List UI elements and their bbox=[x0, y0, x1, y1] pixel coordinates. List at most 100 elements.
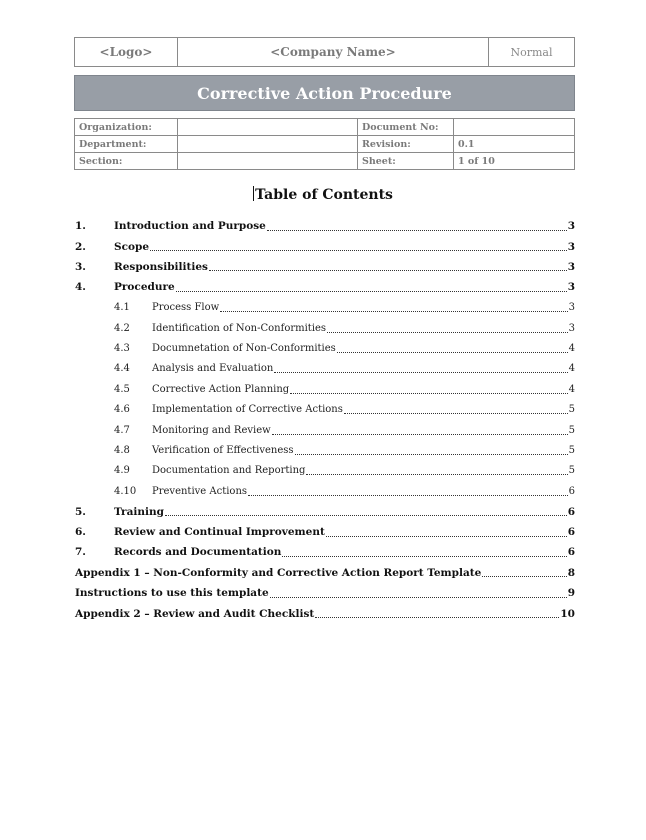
toc-entry[interactable]: 5. Training 6 bbox=[75, 501, 575, 521]
toc-entry[interactable]: Appendix 2 – Review and Audit Checklist 1… bbox=[75, 603, 575, 623]
sheet-value[interactable]: 1 of 10 bbox=[453, 152, 575, 170]
toc-dot-leader bbox=[343, 413, 568, 415]
document-info-table: Organization: Document No: Department: R… bbox=[74, 118, 575, 170]
toc-entry[interactable]: 4.10 Preventive Actions 6 bbox=[75, 481, 575, 501]
toc-entry[interactable]: 3. Responsibilities 3 bbox=[75, 257, 575, 277]
toc-entry-label[interactable]: Instructions to use this template bbox=[75, 587, 269, 599]
section-value[interactable] bbox=[177, 152, 358, 170]
toc-dot-leader bbox=[271, 433, 568, 435]
toc-entry-page[interactable]: 3 bbox=[569, 323, 575, 334]
toc-entry[interactable]: Appendix 1 – Non-Conformity and Correcti… bbox=[75, 563, 575, 583]
toc-entry-number: 4.10 bbox=[114, 485, 137, 497]
toc-entry[interactable]: 4.5 Corrective Action Planning 4 bbox=[75, 379, 575, 399]
toc-entry-page[interactable]: 5 bbox=[569, 404, 575, 415]
toc-entry-page[interactable]: 4 bbox=[569, 384, 575, 395]
toc-dot-leader bbox=[336, 352, 568, 354]
toc-title-text: Table of Contents bbox=[255, 187, 393, 203]
company-name: <Company Name> bbox=[178, 38, 489, 66]
toc-entry[interactable]: Instructions to use this template 9 bbox=[75, 583, 575, 603]
toc-entry-label[interactable]: Monitoring and Review bbox=[152, 425, 271, 436]
toc-entry-number: 4.5 bbox=[114, 383, 130, 395]
toc-entry-number: 4.3 bbox=[114, 343, 130, 355]
toc-entry[interactable]: 4.7 Monitoring and Review 5 bbox=[75, 420, 575, 440]
toc-entry[interactable]: 1. Introduction and Purpose 3 bbox=[75, 216, 575, 236]
toc-dot-leader bbox=[274, 372, 568, 374]
toc-entry-number: 4.1 bbox=[114, 302, 130, 314]
toc-entry[interactable]: 4.6 Implementation of Corrective Actions 5 bbox=[75, 400, 575, 420]
toc-entry-label[interactable]: Appendix 1 – Non-Conformity and Correcti… bbox=[75, 567, 481, 579]
toc-entry-page[interactable]: 8 bbox=[568, 567, 575, 579]
section-label: Section: bbox=[74, 152, 178, 170]
info-row: Organization: Document No: bbox=[74, 118, 575, 136]
toc-entry-label[interactable]: Procedure bbox=[114, 281, 175, 293]
toc-dot-leader bbox=[327, 331, 568, 333]
toc-dot-leader bbox=[482, 576, 567, 578]
toc-entry[interactable]: 7. Records and Documentation 6 bbox=[75, 542, 575, 562]
toc-entry-label[interactable]: Scope bbox=[114, 241, 149, 253]
toc-entry-number: 4.6 bbox=[114, 404, 130, 416]
toc-entry[interactable]: 4.3 Documnetation of Non-Conformities 4 bbox=[75, 338, 575, 358]
toc-entry-page[interactable]: 3 bbox=[569, 302, 575, 313]
toc-entry-label[interactable]: Corrective Action Planning bbox=[152, 384, 289, 395]
toc-entry[interactable]: 4. Procedure 3 bbox=[75, 277, 575, 297]
toc-entry[interactable]: 4.4 Analysis and Evaluation 4 bbox=[75, 359, 575, 379]
sheet-label: Sheet: bbox=[357, 152, 454, 170]
organization-value[interactable] bbox=[177, 118, 358, 136]
toc-entry[interactable]: 6. Review and Continual Improvement 6 bbox=[75, 522, 575, 542]
toc-entry-page[interactable]: 4 bbox=[569, 363, 575, 374]
toc-entry-page[interactable]: 10 bbox=[560, 608, 575, 620]
toc-entry[interactable]: 4.9 Documentation and Reporting 5 bbox=[75, 461, 575, 481]
toc-entry-page[interactable]: 9 bbox=[568, 587, 575, 599]
toc-entry-page[interactable]: 6 bbox=[568, 506, 575, 518]
toc-entry[interactable]: 4.1 Process Flow 3 bbox=[75, 298, 575, 318]
toc-entry-page[interactable]: 3 bbox=[568, 261, 575, 273]
toc-entry-number: 2. bbox=[75, 240, 86, 253]
toc-entry-label[interactable]: Documentation and Reporting bbox=[152, 465, 305, 476]
toc-entry-label[interactable]: Identification of Non-Conformities bbox=[152, 323, 326, 334]
toc-entry-page[interactable]: 5 bbox=[569, 425, 575, 436]
toc-entry-number: 4.9 bbox=[114, 465, 130, 477]
toc-entry-page[interactable]: 3 bbox=[568, 281, 575, 293]
toc-dot-leader bbox=[282, 555, 567, 557]
toc-entry-page[interactable]: 5 bbox=[569, 465, 575, 476]
toc-dot-leader bbox=[269, 596, 567, 598]
toc-entry-label[interactable]: Verification of Effectiveness bbox=[152, 445, 294, 456]
toc-dot-leader bbox=[248, 494, 568, 496]
department-value[interactable] bbox=[177, 135, 358, 153]
toc-entry-label[interactable]: Responsibilities bbox=[114, 261, 208, 273]
toc-entry-label[interactable]: Process Flow bbox=[152, 302, 219, 313]
toc-entry-number: 6. bbox=[75, 526, 86, 539]
toc-entry-label[interactable]: Implementation of Corrective Actions bbox=[152, 404, 343, 415]
toc-entry-page[interactable]: 5 bbox=[569, 445, 575, 456]
document-no-value[interactable] bbox=[453, 118, 575, 136]
toc-dot-leader bbox=[164, 515, 567, 517]
toc-entry-label[interactable]: Training bbox=[114, 506, 164, 518]
toc-entry-page[interactable]: 3 bbox=[568, 241, 575, 253]
toc-entry-label[interactable]: Documnetation of Non-Conformities bbox=[152, 343, 336, 354]
toc-dot-leader bbox=[325, 535, 567, 537]
toc-entry-label[interactable]: Review and Continual Improvement bbox=[114, 526, 325, 538]
header-table: <Logo> <Company Name> Normal bbox=[74, 37, 575, 67]
toc-entry-label[interactable]: Introduction and Purpose bbox=[114, 220, 266, 232]
toc-heading[interactable]: Table of Contents bbox=[0, 186, 646, 203]
revision-value[interactable]: 0.1 bbox=[453, 135, 575, 153]
toc-entry-page[interactable]: 6 bbox=[569, 486, 575, 497]
toc-entry-label[interactable]: Appendix 2 – Review and Audit Checklist bbox=[75, 608, 314, 620]
toc-entry-label[interactable]: Analysis and Evaluation bbox=[152, 363, 273, 374]
department-label: Department: bbox=[74, 135, 178, 153]
toc-dot-leader bbox=[220, 311, 568, 313]
toc-entry-page[interactable]: 6 bbox=[568, 526, 575, 538]
toc-entry-number: 4.4 bbox=[114, 363, 130, 375]
toc-dot-leader bbox=[266, 229, 567, 231]
toc-entry-label[interactable]: Records and Documentation bbox=[114, 546, 281, 558]
toc-entry-page[interactable]: 4 bbox=[569, 343, 575, 354]
toc-dot-leader bbox=[150, 250, 567, 252]
document-no-label: Document No: bbox=[357, 118, 454, 136]
toc-entry-number: 5. bbox=[75, 505, 86, 518]
toc-entry-page[interactable]: 3 bbox=[568, 220, 575, 232]
toc-entry[interactable]: 4.2 Identification of Non-Conformities 3 bbox=[75, 318, 575, 338]
toc-entry-page[interactable]: 6 bbox=[568, 546, 575, 558]
toc-entry-label[interactable]: Preventive Actions bbox=[152, 486, 247, 497]
toc-entry[interactable]: 2. Scope 3 bbox=[75, 236, 575, 256]
toc-entry[interactable]: 4.8 Verification of Effectiveness 5 bbox=[75, 440, 575, 460]
